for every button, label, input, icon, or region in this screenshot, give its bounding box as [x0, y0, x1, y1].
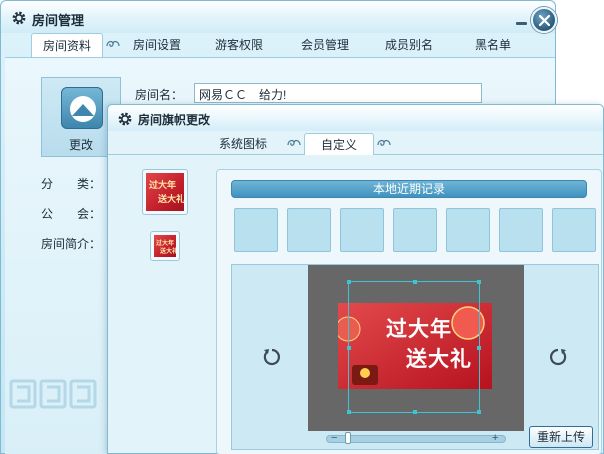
reupload-button[interactable]: 重新上传 [529, 426, 593, 448]
tab-guest-permissions[interactable]: 游客权限 [203, 33, 275, 57]
zoom-plus-icon[interactable]: + [492, 431, 498, 445]
crop-handle[interactable] [413, 410, 417, 414]
room-tabs: 房间资料 房间设置 游客权限 会员管理 成员别名 黑名单 [5, 33, 555, 57]
banner-preview-small[interactable]: 过大年 送大礼 [150, 231, 180, 261]
recent-slot[interactable] [340, 208, 384, 252]
banner-editor-panel: 本地近期记录 过大年 送大礼 − + 重新上传 [216, 169, 602, 454]
recent-records-header: 本地近期记录 [231, 180, 587, 198]
tab-room-settings[interactable]: 房间设置 [121, 33, 193, 57]
crop-handle[interactable] [477, 346, 481, 350]
tab-custom[interactable]: 自定义 [304, 133, 374, 155]
banner-window-titlebar[interactable]: 房间旗帜更改 [108, 105, 603, 131]
crop-area: 过大年 送大礼 − + [231, 264, 599, 450]
crop-handle[interactable] [347, 346, 351, 350]
pattern-decoration [9, 379, 97, 409]
swirl-decoration-icon [377, 139, 391, 146]
zoom-minus-icon[interactable]: − [331, 431, 337, 445]
preview-large-line2: 送大礼 [158, 194, 184, 204]
recent-slot[interactable] [446, 208, 490, 252]
room-name-label: 房间名： [135, 88, 184, 102]
crop-handle[interactable] [347, 410, 351, 414]
category-label: 分 类： [41, 177, 102, 191]
rotate-right-icon[interactable] [546, 345, 570, 369]
crop-handle[interactable] [477, 410, 481, 414]
recent-slot[interactable] [287, 208, 331, 252]
crop-selection-frame[interactable] [347, 280, 481, 414]
tab-system-icons[interactable]: 系统图标 [208, 133, 278, 155]
recent-slot[interactable] [234, 208, 278, 252]
preview-large-line1: 过大年 [149, 180, 177, 190]
tab-member-alias[interactable]: 成员别名 [373, 33, 445, 57]
rotate-left-icon[interactable] [260, 345, 284, 369]
room-intro-label: 房间简介： [41, 237, 102, 251]
room-window-title: 房间管理 [32, 13, 85, 28]
crop-handle[interactable] [413, 280, 417, 284]
zoom-slider[interactable]: − + [326, 431, 506, 445]
preview-small-line2: 送大礼 [160, 249, 176, 255]
recent-slot[interactable] [393, 208, 437, 252]
tab-blacklist[interactable]: 黑名单 [457, 33, 529, 57]
banner-change-window: 房间旗帜更改 系统图标 自定义 过大年 送大礼 过大年 送大礼 本地近期记录 过… [107, 104, 604, 454]
banner-preview-large[interactable]: 过大年 送大礼 [142, 169, 188, 215]
tab-room-info[interactable]: 房间资料 [31, 33, 103, 57]
close-icon[interactable] [531, 7, 557, 33]
guild-label: 公 会： [41, 207, 102, 221]
gear-icon [12, 11, 26, 25]
recent-slot[interactable] [552, 208, 596, 252]
zoom-track[interactable] [326, 435, 506, 443]
room-name-field[interactable]: 网易ＣＣ 给力! [194, 83, 482, 103]
banner-tabs: 系统图标 自定义 [108, 131, 603, 155]
swirl-decoration-icon [287, 139, 301, 146]
minimize-icon[interactable] [515, 15, 529, 29]
avatar [61, 87, 103, 129]
room-window-titlebar[interactable]: 房间管理 [1, 1, 557, 33]
tab-member-management[interactable]: 会员管理 [289, 33, 361, 57]
crop-handle[interactable] [347, 280, 351, 284]
gear-icon [118, 112, 132, 126]
recent-slot[interactable] [499, 208, 543, 252]
banner-window-title: 房间旗帜更改 [138, 113, 211, 127]
crop-handle[interactable] [477, 280, 481, 284]
swirl-decoration-icon [106, 40, 120, 47]
zoom-slider-thumb[interactable] [345, 432, 351, 444]
crop-canvas[interactable]: 过大年 送大礼 [308, 265, 524, 431]
